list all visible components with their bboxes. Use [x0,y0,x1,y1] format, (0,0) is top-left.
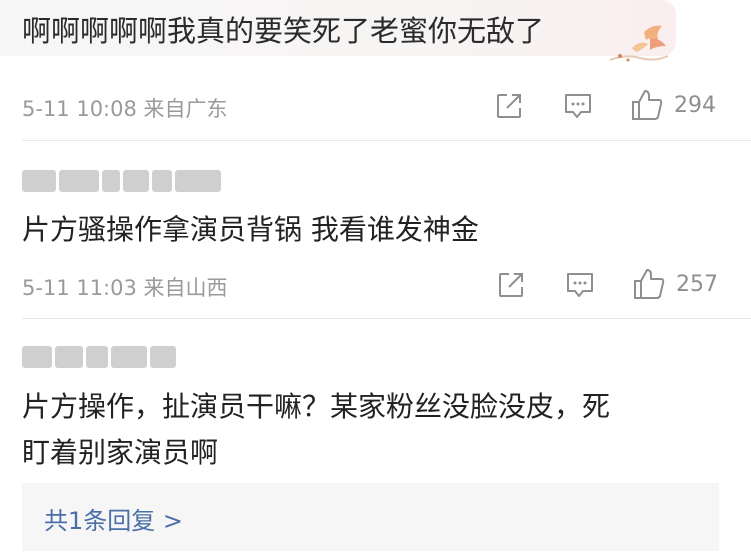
comment-meta-1: 5-11 10:08 来自广东 [22,97,228,121]
comment-text-3-line2: 盯着别家演员啊 [22,436,219,469]
view-replies-link[interactable]: 共1条回复 > [44,501,183,536]
comment-icon[interactable] [565,271,595,299]
divider [22,318,751,319]
divider [22,140,751,141]
blurred-username-2 [22,170,224,192]
like-count-1: 294 [674,93,716,118]
comment-meta-2: 5-11 11:03 来自山西 [22,276,228,300]
phoenix-decoration-icon [609,25,669,62]
share-icon[interactable] [497,271,525,299]
comment-text-3-line1: 片方操作，扯演员干嘛？某家粉丝没脸没皮，死 [22,390,611,423]
thumbs-up-icon[interactable] [630,88,664,122]
reply-thread-box[interactable]: 共1条回复 > [22,483,719,551]
like-count-2: 257 [676,272,718,297]
blurred-username-3 [22,346,179,368]
thumbs-up-icon[interactable] [632,267,666,301]
comment-text-2: 片方骚操作拿演员背锅 我看谁发神金 [22,213,479,246]
comment-bubble-1: 啊啊啊啊啊我真的要笑死了老蜜你无敌了 [0,0,676,62]
comment-icon[interactable] [563,92,593,120]
share-icon[interactable] [495,92,523,120]
comment-text-1: 啊啊啊啊啊我真的要笑死了老蜜你无敌了 [22,14,545,48]
